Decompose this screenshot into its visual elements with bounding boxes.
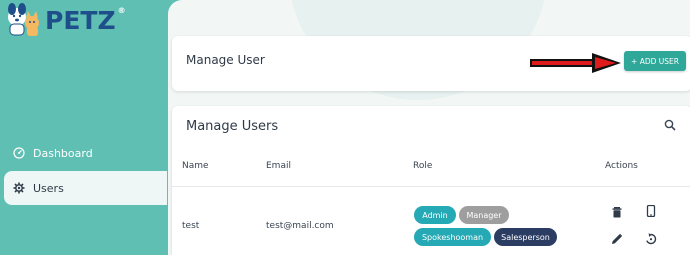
manage-user-header-card: Manage User + ADD USER [172, 36, 690, 91]
column-header-name[interactable]: Name [182, 161, 209, 171]
column-header-role[interactable]: Role [413, 161, 432, 171]
edit-pencil-icon[interactable] [611, 233, 623, 245]
brand-name: PETZ ® [45, 5, 126, 35]
delete-icon[interactable] [611, 206, 623, 218]
role-badge-spokeshooman: Spokeshooman [414, 228, 491, 246]
pets-logo-icon [8, 3, 39, 36]
role-badge-manager: Manager [459, 206, 509, 224]
search-icon[interactable] [664, 119, 676, 131]
registered-mark: ® [117, 5, 126, 15]
table-title: Manage Users [186, 119, 279, 134]
sidebar: PETZ ® Dashboard Users [0, 0, 168, 255]
logo[interactable]: PETZ ® [5, 3, 126, 37]
sidebar-item-label: Users [33, 181, 64, 195]
dashboard-gauge-icon [13, 147, 25, 159]
cell-email: test@mail.com [266, 221, 334, 231]
sidebar-item-label: Dashboard [33, 146, 93, 160]
sidebar-item-dashboard[interactable]: Dashboard [0, 136, 168, 170]
column-header-email[interactable]: Email [266, 161, 291, 171]
annotation-arrow-icon [530, 53, 621, 73]
page-title: Manage User [186, 53, 265, 67]
phone-icon[interactable] [645, 205, 657, 217]
role-badge-admin: Admin [414, 206, 456, 224]
header-divider [172, 186, 690, 187]
column-header-actions: Actions [605, 161, 638, 171]
users-table-card: Manage Users Name Email Role Actions tes… [172, 106, 690, 255]
sidebar-item-users[interactable]: Users [4, 171, 167, 205]
add-user-button[interactable]: + ADD USER [624, 51, 686, 71]
main-content: Manage User + ADD USER Manage Users Name… [168, 0, 690, 255]
gear-icon [13, 182, 25, 194]
reset-password-icon[interactable] [645, 233, 657, 245]
cell-name: test [182, 221, 200, 231]
role-badge-salesperson: Salesperson [494, 228, 557, 246]
